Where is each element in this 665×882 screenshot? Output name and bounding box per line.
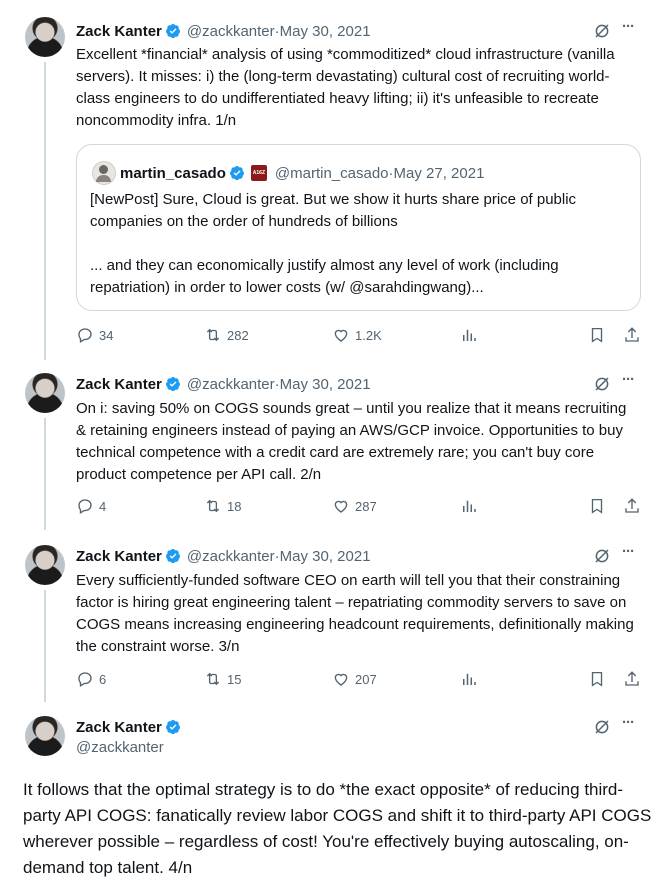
- reply-icon: [78, 328, 92, 343]
- thread-line: [44, 590, 46, 702]
- retweet-count: 282: [227, 327, 249, 343]
- reply-icon: [78, 499, 92, 514]
- analytics-button[interactable]: [460, 326, 478, 344]
- like-count: 287: [355, 498, 377, 514]
- like-count: 1.2K: [355, 327, 382, 343]
- avatar[interactable]: [25, 545, 65, 585]
- quoted-text: [NewPost] Sure, Cloud is great. But we s…: [90, 191, 577, 230]
- more-icon[interactable]: ···: [622, 371, 635, 388]
- heart-icon: [334, 329, 348, 342]
- quoted-avatar: [92, 161, 116, 185]
- verified-icon: [229, 166, 244, 181]
- share-icon: [625, 671, 639, 686]
- more-icon[interactable]: ···: [622, 543, 635, 560]
- reply-button[interactable]: 4: [76, 497, 106, 515]
- retweet-count: 15: [227, 671, 242, 687]
- verified-icon: [165, 549, 180, 564]
- tweet-date[interactable]: May 30, 2021: [280, 376, 371, 393]
- share-button[interactable]: [623, 497, 641, 515]
- verified-icon: [165, 720, 180, 735]
- tweet-date[interactable]: May 30, 2021: [280, 548, 371, 565]
- more-icon[interactable]: ···: [622, 18, 635, 35]
- analytics-icon: [463, 500, 476, 512]
- grok-icon[interactable]: [592, 717, 612, 737]
- retweet-icon: [206, 499, 220, 513]
- reply-button[interactable]: 34: [76, 326, 113, 344]
- analytics-icon: [463, 673, 476, 685]
- reply-button[interactable]: 6: [76, 670, 106, 688]
- analytics-button[interactable]: [460, 670, 478, 688]
- tweet-text: Every sufficiently-funded software CEO o…: [76, 572, 634, 655]
- author-name[interactable]: Zack Kanter: [76, 23, 162, 40]
- heart-icon: [334, 500, 348, 513]
- author-handle[interactable]: @zackkanter: [187, 548, 275, 565]
- author-name[interactable]: Zack Kanter: [76, 548, 162, 565]
- quoted-author-handle: @martin_casado: [274, 164, 389, 182]
- bookmark-button[interactable]: [588, 497, 606, 515]
- tweet-header: Zack Kanter @zackkanter · May 30, 2021: [76, 21, 371, 41]
- avatar[interactable]: [25, 716, 65, 756]
- tweet-header: Zack Kanter @zackkanter · May 30, 2021: [76, 374, 371, 394]
- main-tweet-text: It follows that the optimal strategy is …: [23, 780, 652, 877]
- retweet-icon: [206, 672, 220, 686]
- quoted-header: martin_casado A16Z @martin_casado · May …: [120, 163, 484, 183]
- share-icon: [625, 327, 639, 342]
- retweet-button[interactable]: 15: [204, 670, 241, 688]
- quoted-author-name[interactable]: martin_casado: [120, 165, 226, 182]
- retweet-count: 18: [227, 498, 242, 514]
- like-button[interactable]: 287: [332, 497, 377, 515]
- share-button[interactable]: [623, 326, 641, 344]
- avatar[interactable]: [25, 17, 65, 57]
- bookmark-icon: [591, 498, 603, 514]
- quoted-tweet-date: May 27, 2021: [393, 164, 485, 182]
- retweet-button[interactable]: 18: [204, 497, 241, 515]
- author-name[interactable]: Zack Kanter: [76, 719, 162, 736]
- avatar[interactable]: [25, 373, 65, 413]
- affiliate-badge[interactable]: A16Z: [250, 165, 267, 181]
- tweet-text: On i: saving 50% on COGS sounds great – …: [76, 400, 627, 483]
- like-button[interactable]: 207: [332, 670, 377, 688]
- grok-icon[interactable]: [592, 374, 612, 394]
- like-count: 207: [355, 671, 377, 687]
- bookmark-button[interactable]: [588, 670, 606, 688]
- bookmark-icon: [591, 327, 603, 343]
- more-icon[interactable]: ···: [622, 714, 635, 731]
- tweet-date[interactable]: May 30, 2021: [280, 23, 371, 40]
- main-tweet-header: Zack Kanter: [76, 717, 181, 737]
- analytics-button[interactable]: [460, 497, 478, 515]
- thread-line: [44, 418, 46, 530]
- thread-line: [44, 62, 46, 360]
- tweet-text: Excellent *financial* analysis of using …: [76, 46, 615, 129]
- like-button[interactable]: 1.2K: [332, 326, 382, 344]
- author-handle[interactable]: @zackkanter: [187, 23, 275, 40]
- verified-icon: [165, 24, 180, 39]
- grok-icon[interactable]: [592, 21, 612, 41]
- author-handle[interactable]: @zackkanter: [187, 376, 275, 393]
- share-icon: [625, 498, 639, 513]
- analytics-icon: [463, 329, 476, 341]
- quoted-text: ... and they can economically justify al…: [90, 257, 559, 296]
- bookmark-icon: [591, 671, 603, 687]
- reply-count: 4: [99, 498, 107, 514]
- author-handle[interactable]: @zackkanter: [76, 739, 164, 756]
- reply-count: 6: [99, 671, 107, 687]
- retweet-button[interactable]: 282: [204, 326, 249, 344]
- tweet-header: Zack Kanter @zackkanter · May 30, 2021: [76, 546, 371, 566]
- verified-icon: [165, 377, 180, 392]
- reply-icon: [78, 672, 92, 687]
- grok-icon[interactable]: [592, 546, 612, 566]
- author-name[interactable]: Zack Kanter: [76, 376, 162, 393]
- retweet-icon: [206, 328, 220, 342]
- reply-count: 34: [99, 327, 114, 343]
- bookmark-button[interactable]: [588, 326, 606, 344]
- share-button[interactable]: [623, 670, 641, 688]
- heart-icon: [334, 673, 348, 686]
